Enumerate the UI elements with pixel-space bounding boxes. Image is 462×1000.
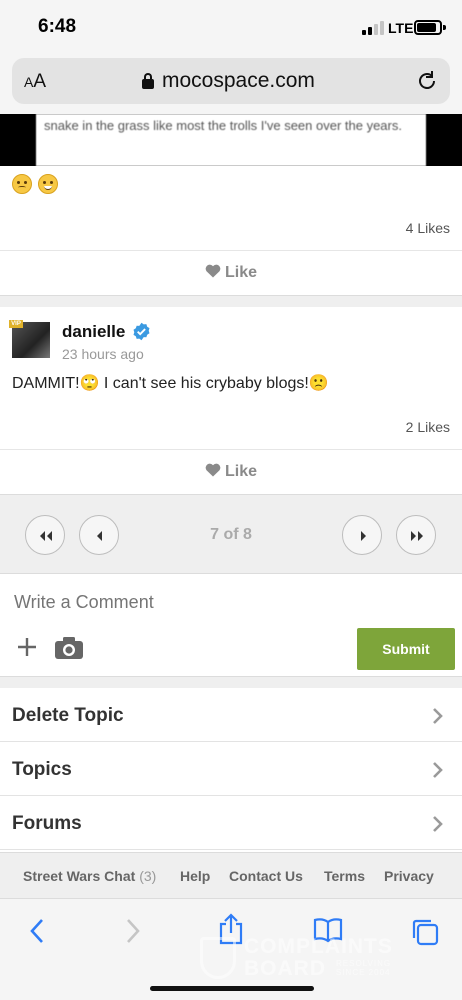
footer-link-street-wars-chat[interactable]: Street Wars Chat (3) [23, 868, 156, 884]
footer-link-label: Street Wars Chat [23, 868, 136, 884]
nav-item-label: Forums [12, 813, 82, 834]
emoji-row [12, 174, 64, 196]
browser-address-area: AA mocospace.com [0, 52, 462, 114]
heart-icon [205, 463, 221, 477]
page-content: snake in the grass like most the trolls … [0, 114, 462, 898]
like-label: Like [224, 264, 257, 281]
likes-count[interactable]: 4 Likes [406, 220, 450, 236]
last-page-icon [411, 531, 423, 541]
post-like-button[interactable]: Like [0, 449, 462, 493]
nav-divider [0, 676, 462, 688]
quoted-text: snake in the grass like most the trolls … [36, 114, 426, 166]
post-time: 23 hours ago [62, 346, 144, 362]
status-bar: 6:48 LTE [0, 0, 462, 52]
nav-item-label: Topics [12, 759, 72, 780]
pagination: 7 of 8 [0, 494, 462, 574]
page-indicator: 7 of 8 [210, 526, 252, 543]
chevron-right-icon [433, 708, 443, 724]
footer-link-terms[interactable]: Terms [324, 868, 365, 884]
url-text[interactable]: mocospace.com [162, 69, 315, 93]
home-indicator [150, 986, 314, 991]
post-divider [0, 295, 462, 307]
post-text: DAMMIT!🙄 I can't see his crybaby blogs!🙁 [12, 375, 329, 392]
chevron-right-icon [433, 816, 443, 832]
footer-link-help[interactable]: Help [180, 868, 210, 884]
watermark-line1: COMPLAINTS [244, 935, 393, 958]
grin-emoji [38, 174, 58, 194]
signal-icon [362, 21, 384, 35]
next-page-icon [361, 531, 366, 541]
reload-icon[interactable] [416, 70, 438, 92]
comment-area: Submit [0, 574, 462, 678]
watermark-logo: COMPLAINTS BOARD RESOLVING SINCE 2004 [200, 935, 420, 981]
footer-link-contact-us[interactable]: Contact Us [229, 868, 303, 884]
last-page-button[interactable] [396, 515, 436, 555]
vip-badge: VIP [9, 320, 23, 328]
submit-button[interactable]: Submit [357, 628, 455, 670]
watermark-tagline2: SINCE 2004 [336, 968, 391, 977]
back-icon[interactable] [28, 917, 46, 945]
comment-input[interactable] [14, 592, 434, 613]
footer-link-privacy[interactable]: Privacy [384, 868, 434, 884]
next-page-button[interactable] [342, 515, 382, 555]
nav-item-label: Delete Topic [12, 705, 124, 726]
lock-icon [142, 73, 154, 89]
watermark-tagline1: RESOLVING [336, 959, 392, 968]
heart-icon [205, 264, 221, 278]
like-button[interactable]: Like [0, 250, 462, 294]
status-time: 6:48 [38, 16, 77, 37]
nav-item-forums[interactable]: Forums [0, 796, 462, 850]
nav-item-topics[interactable]: Topics [0, 742, 462, 796]
chevron-right-icon [433, 762, 443, 778]
verified-icon [133, 322, 150, 341]
frown-emoji [12, 174, 32, 194]
shield-icon [200, 937, 236, 979]
network-label: LTE [388, 20, 414, 36]
footer-link-count: (3) [139, 868, 157, 884]
plus-icon[interactable] [16, 636, 38, 658]
like-label: Like [224, 463, 257, 480]
post-likes-count[interactable]: 2 Likes [406, 419, 450, 435]
username[interactable]: danielle [62, 322, 125, 342]
forward-icon[interactable] [124, 917, 142, 945]
battery-icon [414, 20, 446, 35]
quoted-image: snake in the grass like most the trolls … [0, 114, 462, 166]
watermark-line2: BOARD [244, 957, 326, 980]
nav-item-delete-topic[interactable]: Delete Topic [0, 688, 462, 742]
watermark-tagline: RESOLVING SINCE 2004 [336, 959, 391, 977]
camera-icon[interactable] [54, 636, 84, 660]
address-bar[interactable]: AA mocospace.com [12, 58, 450, 104]
text-size-button[interactable]: AA [24, 71, 46, 93]
footer-links: Street Wars Chat (3) Help Contact Us Ter… [0, 852, 462, 898]
